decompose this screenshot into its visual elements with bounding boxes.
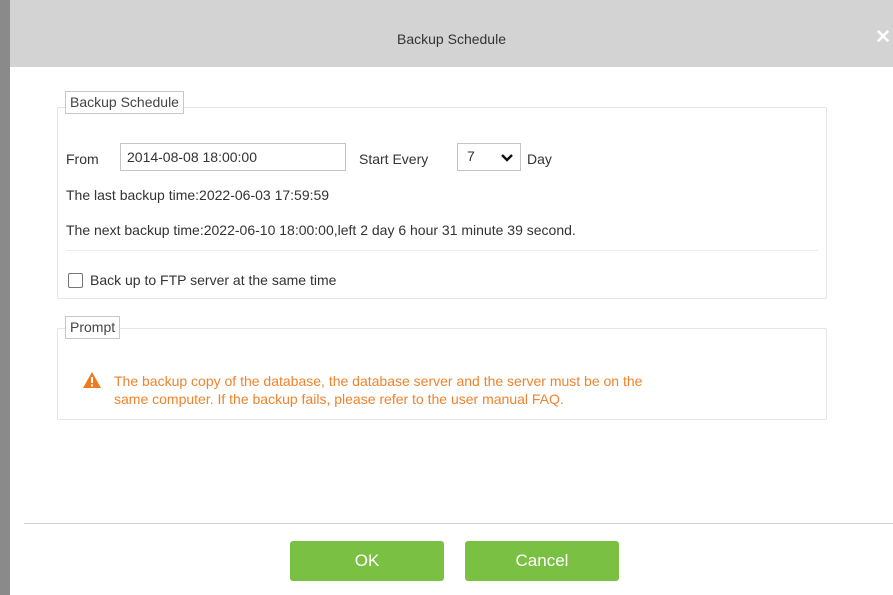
- interval-select[interactable]: 7: [457, 143, 521, 171]
- footer-divider: [24, 523, 893, 524]
- dialog-body: Backup Schedule From 2014-08-08 18:00:00…: [10, 67, 893, 595]
- close-icon[interactable]: ✕: [875, 28, 891, 47]
- cancel-button[interactable]: Cancel: [465, 541, 619, 581]
- prompt-line-1: The backup copy of the database, the dat…: [114, 373, 643, 389]
- dialog-titlebar: Backup Schedule ✕: [10, 0, 893, 67]
- from-label: From: [66, 151, 99, 167]
- interval-unit-label: Day: [527, 151, 552, 167]
- last-backup-text: The last backup time:2022-06-03 17:59:59: [66, 187, 330, 203]
- from-date-input[interactable]: 2014-08-08 18:00:00: [120, 143, 346, 171]
- backup-schedule-legend: Backup Schedule: [65, 91, 184, 114]
- warning-icon: [83, 372, 101, 388]
- ftp-checkbox[interactable]: [68, 273, 83, 288]
- backup-schedule-group: [57, 107, 827, 299]
- start-every-label: Start Every: [359, 151, 429, 167]
- dialog-title: Backup Schedule: [397, 31, 506, 47]
- window-left-edge: [0, 0, 10, 595]
- schedule-divider: [66, 250, 818, 251]
- chevron-down-icon: [501, 154, 513, 162]
- ok-button[interactable]: OK: [290, 541, 444, 581]
- interval-select-value: 7: [467, 148, 475, 164]
- next-backup-text: The next backup time:2022-06-10 18:00:00…: [66, 222, 576, 238]
- prompt-legend: Prompt: [65, 316, 121, 339]
- ftp-label: Back up to FTP server at the same time: [90, 272, 337, 288]
- prompt-line-2: same computer. If the backup fails, plea…: [114, 391, 564, 407]
